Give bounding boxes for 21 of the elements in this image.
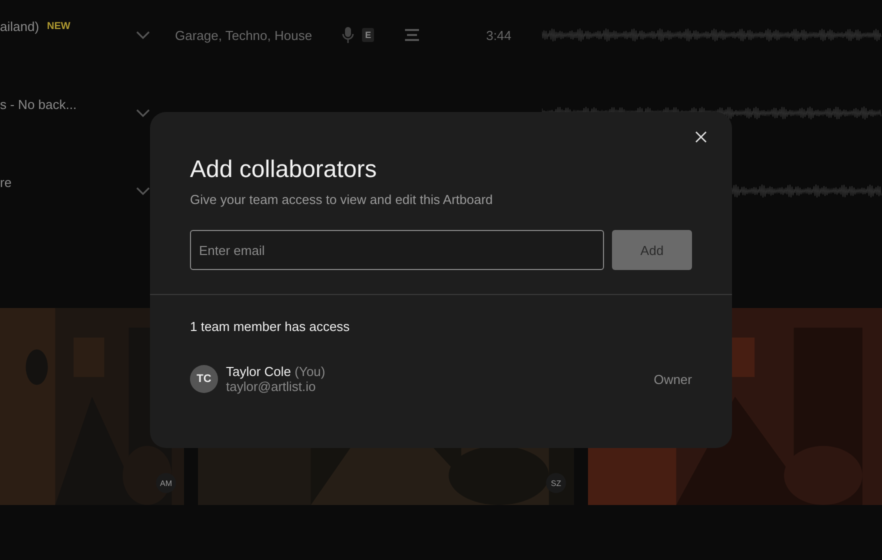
member-email: taylor@artlist.io [226,379,317,394]
chevron-down-icon[interactable] [136,109,150,117]
chevron-down-icon[interactable] [136,31,150,39]
track-title[interactable]: s - No back... [0,96,77,112]
new-label: NEW [47,20,70,32]
track-duration: 3:44 [486,28,512,42]
avatar: TC [190,365,218,393]
email-field[interactable]: Enter email [190,230,604,270]
microphone-icon [342,26,354,44]
explicit-badge: E [362,28,374,42]
member-name: Taylor Cole (You) [226,364,326,379]
genre-tags: Garage, Techno, House [175,28,312,42]
track-title[interactable]: re [0,174,12,190]
access-heading: 1 team member has access [190,319,351,334]
track-title[interactable]: ailand) [0,18,40,34]
chevron-down-icon[interactable] [136,187,150,195]
member-role: Owner [654,372,692,386]
dialog-title: Add collaborators [190,156,378,184]
close-icon[interactable] [695,131,707,143]
lines-icon[interactable] [404,28,420,42]
dialog-subtitle: Give your team access to view and edit this Artboard [190,192,494,207]
